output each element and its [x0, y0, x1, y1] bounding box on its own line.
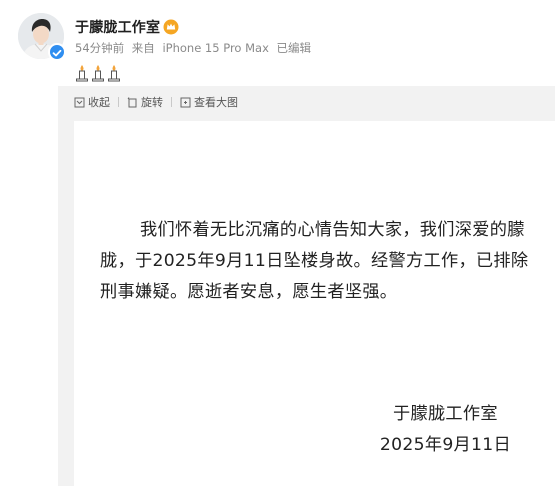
toolbar-divider [171, 97, 172, 107]
view-large-icon [180, 97, 191, 107]
source-prefix: 来自 [131, 41, 155, 55]
view-large-label: 查看大图 [194, 96, 238, 109]
post-meta: 54分钟前 来自 iPhone 15 Pro Max 已编辑 [75, 40, 315, 56]
collapse-label: 收起 [88, 96, 110, 109]
post-image[interactable]: 我们怀着无比沉痛的心情告知大家，我们深爱的朦胧，于2025年9月11日坠楼身故。… [74, 121, 555, 486]
candle-icon [92, 65, 104, 82]
rotate-icon [127, 96, 137, 107]
view-large-button[interactable]: 查看大图 [180, 94, 238, 110]
signature-name: 于朦胧工作室 [392, 404, 498, 424]
avatar[interactable] [18, 13, 66, 61]
image-toolbar: 收起 旋转 查看大图 [74, 94, 238, 110]
post-time[interactable]: 54分钟前 [75, 41, 124, 55]
rotate-button[interactable]: 旋转 [127, 94, 163, 110]
rotate-label: 旋转 [141, 96, 163, 109]
edited-label[interactable]: 已编辑 [277, 41, 312, 55]
verified-badge-icon [48, 43, 66, 61]
weibo-post: 于朦胧工作室 54分钟前 来自 iPhone 15 Pro Max 已编辑 收起… [0, 0, 555, 486]
toolbar-divider [118, 97, 119, 107]
statement-text: 我们怀着无比沉痛的心情告知大家，我们深爱的朦胧，于2025年9月11日坠楼身故。… [100, 220, 529, 302]
author-name[interactable]: 于朦胧工作室 [75, 17, 160, 37]
source-device: iPhone 15 Pro Max [162, 41, 269, 55]
author-row: 于朦胧工作室 [75, 17, 179, 37]
signature-block: 于朦胧工作室 2025年9月11日 [380, 399, 511, 461]
vip-crown-icon[interactable] [163, 19, 179, 35]
signature-date: 2025年9月11日 [379, 435, 511, 455]
candle-icon [76, 65, 88, 82]
candle-icon [108, 65, 120, 82]
collapse-button[interactable]: 收起 [74, 94, 110, 110]
collapse-icon [74, 97, 85, 107]
post-text-emoji [75, 64, 121, 82]
